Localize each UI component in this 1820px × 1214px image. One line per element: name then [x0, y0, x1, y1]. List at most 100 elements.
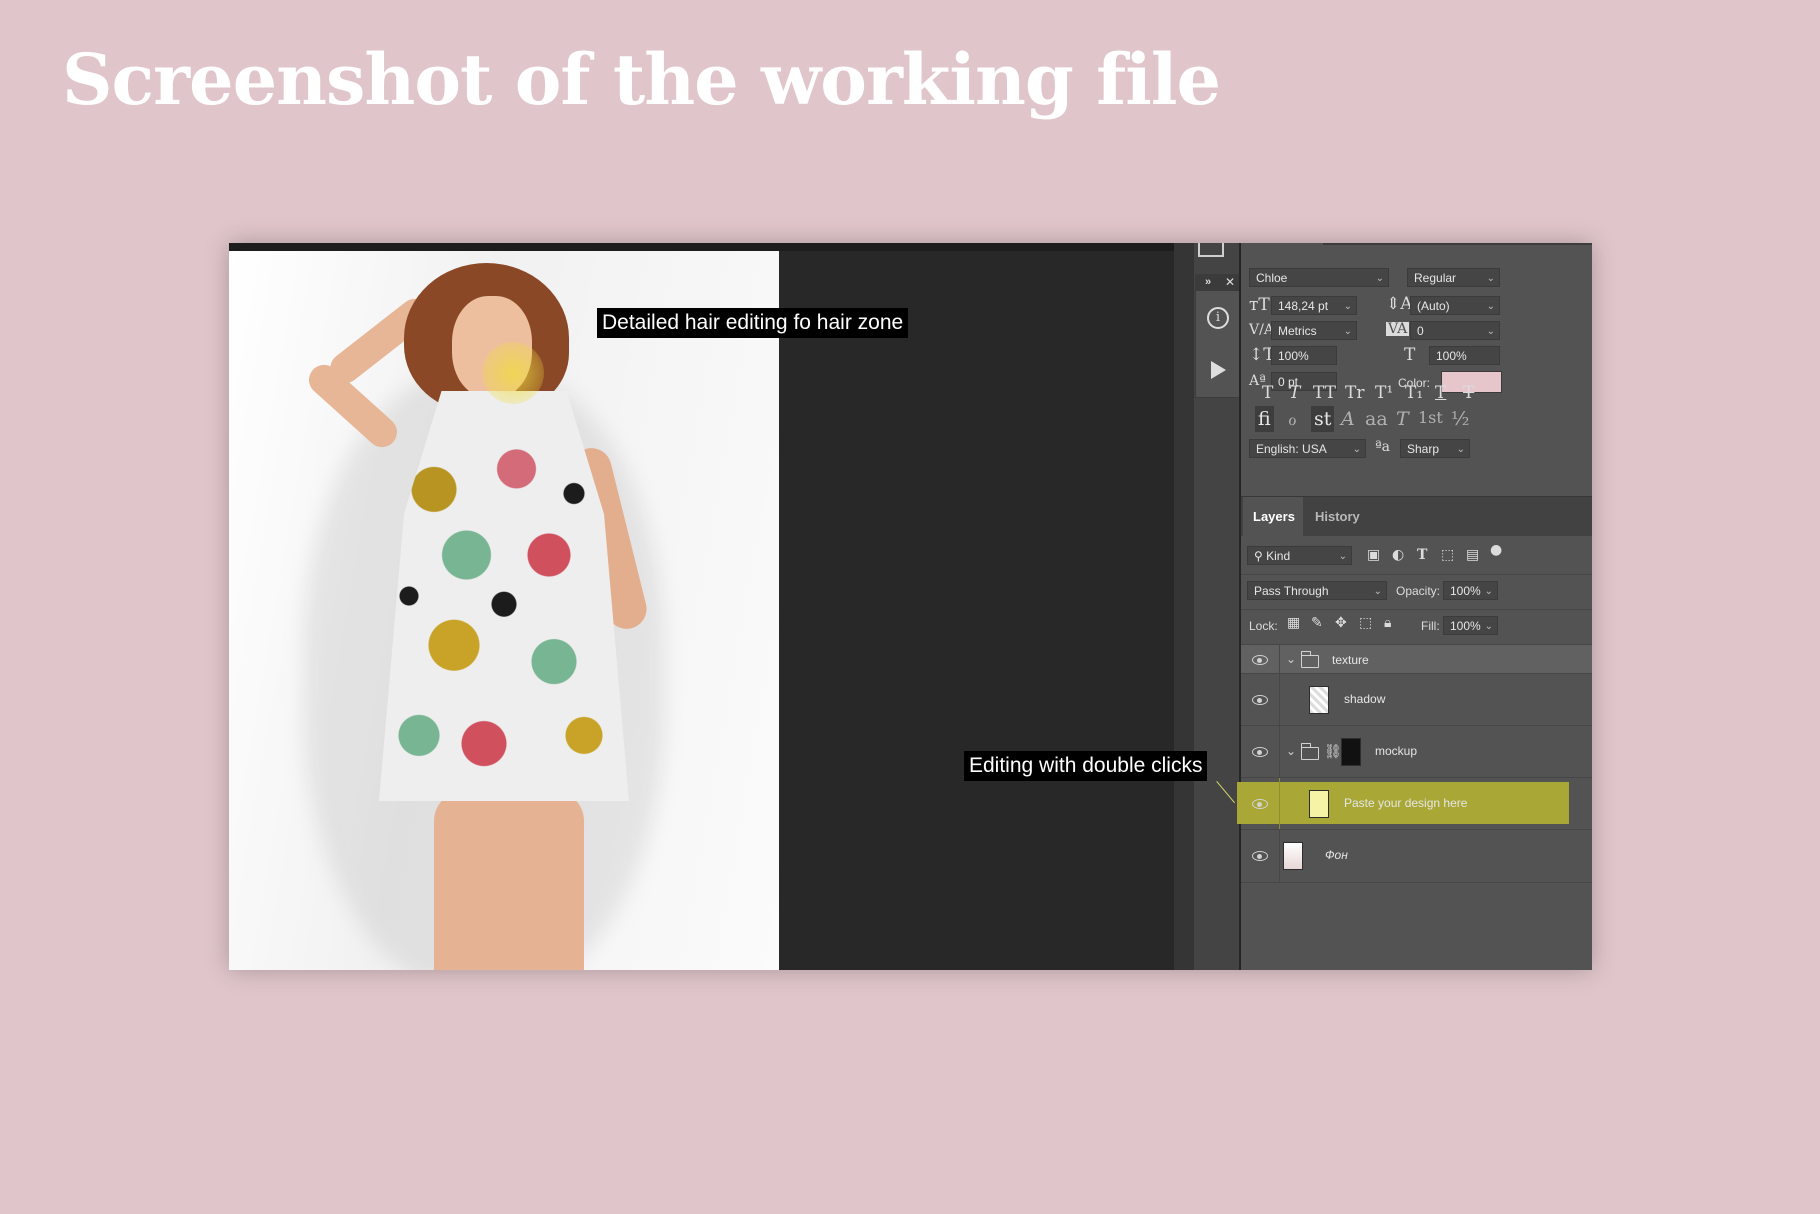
discretionary-ligatures-button[interactable]: st — [1311, 406, 1335, 432]
horizontal-scale-value: 100% — [1436, 349, 1467, 363]
opacity-label: Opacity: — [1396, 584, 1441, 598]
all-caps-button[interactable]: TT — [1313, 383, 1336, 403]
font-style-value: Regular — [1414, 271, 1457, 285]
lock-brush-icon[interactable]: ✎ — [1311, 616, 1323, 630]
layer-filter-select[interactable]: ⚲ Kind ⌄ — [1247, 546, 1352, 565]
layer-row-paste-design[interactable]: Paste your design here — [1237, 777, 1592, 830]
layer-name: Фон — [1325, 848, 1348, 862]
swash-button[interactable]: A — [1341, 408, 1355, 430]
layer-name: shadow — [1344, 692, 1386, 706]
divider — [1241, 574, 1592, 575]
tracking-icon: VA — [1386, 321, 1410, 337]
layer-row-mockup[interactable]: ⌄ ⛓ mockup — [1241, 725, 1592, 778]
divider — [1279, 778, 1280, 830]
visibility-eye-icon[interactable] — [1252, 655, 1268, 665]
divider — [1279, 726, 1280, 778]
hair-editing-callout: Detailed hair editing fo hair zone — [597, 308, 909, 338]
layer-row-texture[interactable]: ⌄ texture — [1241, 644, 1592, 674]
lock-position-icon[interactable]: ✥ — [1335, 616, 1347, 630]
filter-type-icon[interactable]: T — [1417, 548, 1427, 562]
layers-tab-bar: Layers History — [1241, 496, 1592, 536]
chevron-down-icon: ⌄ — [1484, 586, 1493, 597]
visibility-eye-icon[interactable] — [1252, 747, 1268, 757]
visibility-eye-icon[interactable] — [1252, 695, 1268, 705]
panel-dock-icon[interactable] — [1198, 243, 1224, 257]
vertical-scale-field[interactable]: 100% — [1271, 346, 1337, 365]
layer-row-shadow[interactable]: shadow — [1241, 673, 1592, 726]
chevron-down-icon: ⌄ — [1484, 621, 1493, 632]
tab-history[interactable]: History — [1315, 509, 1360, 524]
old-style-button[interactable]: ℴ — [1288, 408, 1297, 430]
font-family-select[interactable]: Chloe ⌄ — [1249, 268, 1389, 287]
visibility-eye-icon[interactable] — [1252, 799, 1268, 809]
lock-all-icon[interactable]: 🔒︎ — [1384, 616, 1391, 630]
titling-alternates-button[interactable]: T — [1396, 408, 1409, 430]
kerning-select[interactable]: Metrics ⌄ — [1271, 321, 1357, 340]
horizontal-scale-field[interactable]: 100% — [1429, 346, 1500, 365]
filter-toggle-icon[interactable]: ● — [1490, 543, 1502, 557]
fractions-button[interactable]: ½ — [1451, 408, 1469, 430]
blend-mode-value: Pass Through — [1254, 584, 1329, 598]
hair-zone-highlight — [482, 342, 544, 404]
chevron-down-icon: ⌄ — [1486, 326, 1495, 337]
faux-italic-button[interactable]: T — [1289, 383, 1300, 403]
underline-button[interactable]: T — [1435, 383, 1446, 403]
divider — [1241, 609, 1592, 610]
ordinals-button[interactable]: 1st — [1418, 408, 1443, 427]
tab-layers[interactable]: Layers — [1253, 509, 1295, 524]
tracking-field[interactable]: 0 ⌄ — [1410, 321, 1500, 340]
divider — [1279, 830, 1280, 882]
blend-mode-select[interactable]: Pass Through ⌄ — [1247, 581, 1387, 600]
fill-field[interactable]: 100% ⌄ — [1443, 616, 1498, 635]
strikethrough-button[interactable]: T — [1463, 383, 1474, 403]
info-icon[interactable]: i — [1207, 307, 1229, 329]
expand-panels-icon[interactable]: » — [1205, 276, 1211, 288]
chevron-down-icon: ⌄ — [1343, 326, 1352, 337]
subscript-button[interactable]: T₁ — [1405, 383, 1423, 403]
filter-adjustment-icon[interactable]: ◐ — [1392, 548, 1404, 562]
mini-panel-dock: » ✕ i — [1195, 274, 1241, 398]
antialias-select[interactable]: Sharp ⌄ — [1400, 439, 1470, 458]
small-caps-button[interactable]: Tr — [1345, 383, 1364, 403]
superscript-button[interactable]: T¹ — [1375, 383, 1393, 403]
faux-bold-button[interactable]: T — [1262, 383, 1273, 403]
chevron-down-icon[interactable]: ⌄ — [1286, 744, 1296, 758]
layer-name: Paste your design here — [1344, 796, 1468, 810]
language-select[interactable]: English: USA ⌄ — [1249, 439, 1366, 458]
properties-panel: Chloe ⌄ Regular ⌄ ᴛT 148,24 pt ⌄ ⇕A (Auto) ⌄… — [1237, 243, 1592, 970]
layer-row-background[interactable]: Фон — [1241, 829, 1592, 883]
opacity-field[interactable]: 100% ⌄ — [1443, 581, 1498, 600]
panel-separator — [1174, 243, 1194, 970]
antialias-icon: ªa — [1375, 439, 1390, 455]
actions-play-icon[interactable] — [1211, 361, 1226, 379]
font-size-value: 148,24 pt — [1278, 299, 1329, 313]
leading-field[interactable]: (Auto) ⌄ — [1410, 296, 1500, 315]
font-style-select[interactable]: Regular ⌄ — [1407, 268, 1500, 287]
chevron-down-icon: ⌄ — [1456, 444, 1465, 455]
lock-artboard-icon[interactable]: ⬚ — [1359, 616, 1372, 630]
double-click-callout: Editing with double clicks — [964, 751, 1208, 781]
layer-thumbnail — [1309, 686, 1329, 714]
chevron-down-icon[interactable]: ⌄ — [1286, 652, 1296, 666]
chevron-down-icon: ⌄ — [1486, 301, 1495, 312]
folder-icon — [1301, 743, 1319, 760]
smart-object-thumbnail[interactable] — [1309, 790, 1329, 818]
language-value: English: USA — [1256, 442, 1327, 456]
photoshop-window: » ✕ i Chloe ⌄ Regular ⌄ ᴛT 148,24 pt ⌄ ⇕A (… — [229, 243, 1592, 970]
font-size-icon: ᴛT — [1249, 295, 1270, 315]
visibility-eye-icon[interactable] — [1252, 851, 1268, 861]
canvas-mockup-photo[interactable] — [229, 251, 779, 970]
filter-shape-icon[interactable]: ⬚ — [1441, 548, 1454, 562]
layer-mask-thumbnail — [1341, 738, 1361, 766]
font-size-field[interactable]: 148,24 pt ⌄ — [1271, 296, 1357, 315]
leading-value: (Auto) — [1417, 299, 1450, 313]
close-icon[interactable]: ✕ — [1225, 275, 1235, 289]
filter-smart-object-icon[interactable]: ▤ — [1466, 548, 1479, 562]
ligatures-button[interactable]: ﬁ — [1255, 406, 1274, 432]
lock-transparent-icon[interactable]: ▦ — [1287, 616, 1300, 630]
layer-name: texture — [1332, 653, 1369, 667]
horizontal-scale-icon: T — [1404, 345, 1416, 365]
divider — [1279, 645, 1280, 674]
stylistic-alternates-button[interactable]: aa — [1365, 408, 1388, 430]
filter-pixel-icon[interactable]: ▣ — [1367, 548, 1380, 562]
